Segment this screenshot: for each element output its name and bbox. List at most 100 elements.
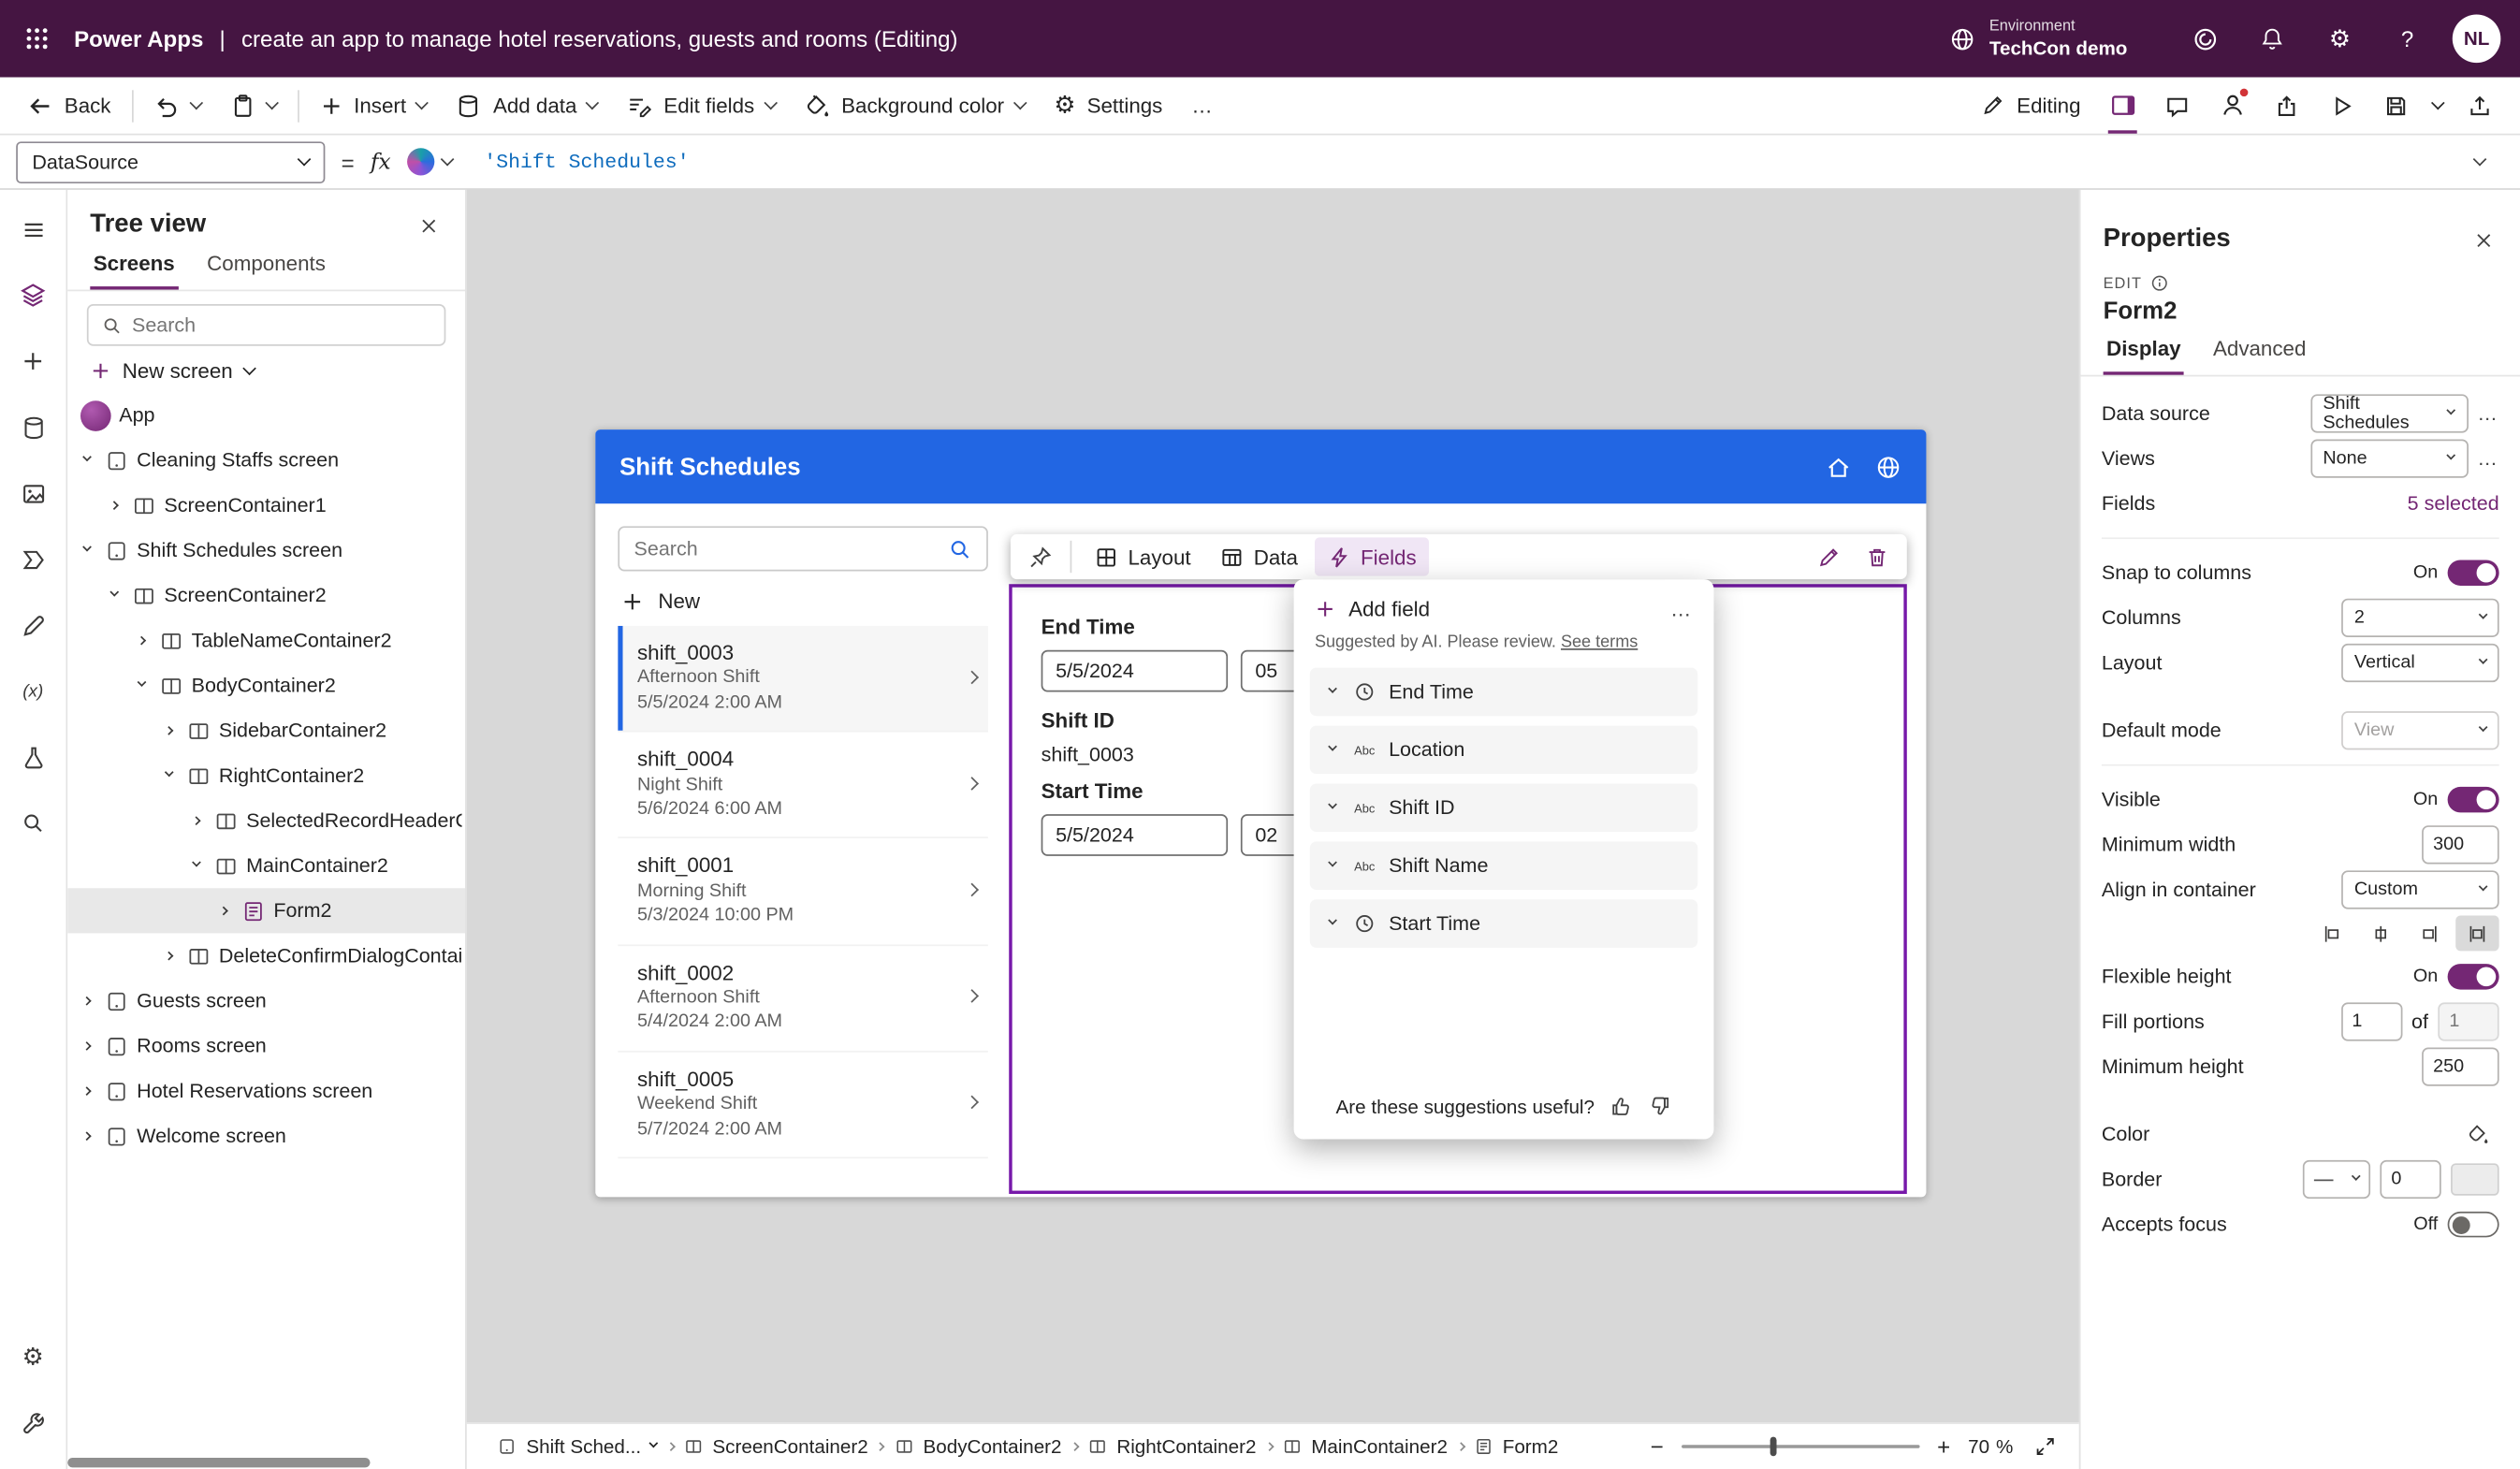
accepts-focus-toggle[interactable] <box>2448 1212 2499 1238</box>
environment-picker[interactable]: Environment TechCon demo <box>1949 18 2128 59</box>
back-button[interactable]: Back <box>13 83 125 128</box>
border-color-swatch[interactable] <box>2451 1163 2499 1195</box>
thumbs-down-button[interactable] <box>1648 1094 1672 1118</box>
align-in-container-dropdown[interactable]: Custom <box>2341 870 2499 909</box>
tree-item[interactable]: MainContainer2 <box>67 843 465 888</box>
new-record-button[interactable]: New <box>618 571 988 625</box>
overflow-button[interactable]: … <box>1177 83 1227 128</box>
tree-item[interactable]: ScreenContainer1 <box>67 483 465 528</box>
info-icon[interactable] <box>2150 273 2170 293</box>
tree-item[interactable]: Welcome screen <box>67 1113 465 1158</box>
align-end-button[interactable] <box>2408 915 2451 951</box>
breadcrumb[interactable]: ScreenContainer2 <box>676 1435 877 1458</box>
see-terms-link[interactable]: See terms <box>1561 633 1638 652</box>
zoom-slider-thumb[interactable] <box>1770 1437 1776 1457</box>
preview-play-button[interactable] <box>2314 78 2368 132</box>
views-dropdown[interactable]: None <box>2310 439 2469 477</box>
insert-button[interactable]: Insert <box>306 83 442 128</box>
tree-item[interactable]: RightContainer2 <box>67 753 465 798</box>
more-options-button[interactable]: … <box>2477 447 2498 470</box>
gallery-search-input[interactable] <box>634 537 939 560</box>
rail-power-automate-button[interactable] <box>0 526 66 592</box>
edit-fields-button[interactable]: Edit fields <box>612 83 790 128</box>
layout-tab[interactable]: Layout <box>1082 537 1204 575</box>
fill-portions-total-input[interactable] <box>2438 1002 2498 1040</box>
tree-item[interactable]: Guests screen <box>67 979 465 1024</box>
tree-search-box[interactable] <box>87 304 445 346</box>
list-item[interactable]: shift_0003 Afternoon Shift 5/5/2024 2:00… <box>618 626 988 733</box>
field-suggestion[interactable]: Abc Shift ID <box>1310 783 1697 832</box>
minimum-width-input[interactable] <box>2422 825 2499 864</box>
list-item[interactable]: shift_0004 Night Shift 5/6/2024 6:00 AM <box>618 733 988 839</box>
tree-item[interactable]: Hotel Reservations screen <box>67 1069 465 1113</box>
help-button[interactable]: ? <box>2375 0 2440 78</box>
date-input[interactable]: 5/5/2024 <box>1042 814 1228 856</box>
tree-item[interactable]: Shift Schedules screen <box>67 528 465 573</box>
list-item[interactable]: shift_0002 Afternoon Shift 5/4/2024 2:00… <box>618 946 988 1053</box>
rail-variables-button[interactable]: (x) <box>0 658 66 724</box>
editing-mode-button[interactable]: Editing <box>1967 83 2095 128</box>
home-icon[interactable] <box>1825 453 1852 480</box>
copilot-chat-button[interactable] <box>2205 78 2259 132</box>
formula-bar-expand-button[interactable] <box>2455 159 2504 164</box>
tree-item[interactable]: ScreenContainer2 <box>67 573 465 618</box>
close-panel-button[interactable] <box>415 211 443 239</box>
default-mode-dropdown[interactable]: View <box>2341 711 2499 749</box>
pin-button[interactable] <box>1019 537 1061 575</box>
delete-control-button[interactable] <box>1854 537 1899 575</box>
avatar[interactable]: NL <box>2453 14 2501 63</box>
formula-copilot-button[interactable] <box>407 148 452 175</box>
rail-data-button[interactable] <box>0 394 66 460</box>
globe-icon[interactable] <box>1874 453 1901 480</box>
tab-screens[interactable]: Screens <box>90 243 178 290</box>
rail-tree-view-button[interactable] <box>0 262 66 328</box>
notifications-button[interactable] <box>2240 0 2305 78</box>
save-options-chevron[interactable] <box>2424 78 2453 132</box>
edit-control-button[interactable] <box>1805 537 1850 575</box>
align-stretch-button[interactable] <box>2455 915 2498 951</box>
tree-item[interactable]: Rooms screen <box>67 1024 465 1069</box>
minimum-height-input[interactable] <box>2422 1048 2499 1086</box>
fields-tab[interactable]: Fields <box>1314 537 1429 575</box>
breadcrumb[interactable]: MainContainer2 <box>1275 1435 1456 1458</box>
publish-button[interactable] <box>2453 78 2507 132</box>
share-button[interactable] <box>2259 78 2313 132</box>
layout-dropdown[interactable]: Vertical <box>2341 644 2499 682</box>
tab-components[interactable]: Components <box>204 243 329 290</box>
list-item[interactable]: shift_0001 Morning Shift 5/3/2024 10:00 … <box>618 839 988 946</box>
new-screen-button[interactable]: New screen <box>67 356 465 393</box>
tree-item[interactable]: DeleteConfirmDialogContainer2 <box>67 933 465 978</box>
flexible-height-toggle[interactable] <box>2448 964 2499 990</box>
thumbs-up-button[interactable] <box>1609 1094 1633 1118</box>
color-picker-button[interactable] <box>2457 1116 2499 1152</box>
rail-advanced-tools-button[interactable] <box>0 1390 66 1457</box>
data-tab[interactable]: Data <box>1207 537 1311 575</box>
list-item[interactable]: shift_0005 Weekend Shift 5/7/2024 2:00 A… <box>618 1052 988 1158</box>
field-suggestion[interactable]: Start Time <box>1310 899 1697 948</box>
zoom-in-button[interactable]: + <box>1934 1433 1954 1460</box>
field-suggestion[interactable]: End Time <box>1310 668 1697 717</box>
border-style-dropdown[interactable] <box>2303 1160 2370 1199</box>
formula-input[interactable]: 'Shift Schedules' <box>484 151 689 173</box>
settings-button[interactable]: ⚙ <box>2308 0 2372 78</box>
tree-item[interactable]: SelectedRecordHeaderContai <box>67 798 465 843</box>
properties-pane-toggle[interactable] <box>2095 78 2149 132</box>
columns-dropdown[interactable]: 2 <box>2341 599 2499 637</box>
tree-item-selected[interactable]: Form2 <box>67 888 465 933</box>
undo-button[interactable] <box>139 83 215 128</box>
field-suggestion[interactable]: Abc Shift Name <box>1310 841 1697 890</box>
breadcrumb[interactable]: Form2 <box>1465 1435 1566 1458</box>
rail-menu-button[interactable] <box>0 196 66 263</box>
breadcrumb[interactable]: BodyContainer2 <box>886 1435 1070 1458</box>
zoom-level[interactable]: 70 % <box>1968 1435 2013 1458</box>
data-source-dropdown[interactable]: Shift Schedules <box>2310 394 2469 432</box>
fields-selected-link[interactable]: 5 selected <box>2408 492 2499 515</box>
tree-search-input[interactable] <box>132 313 431 336</box>
breadcrumb[interactable]: Shift Sched... <box>489 1435 665 1458</box>
close-panel-button[interactable] <box>2470 226 2498 254</box>
align-center-button[interactable] <box>2359 915 2402 951</box>
gallery-search-box[interactable] <box>618 526 988 571</box>
rail-settings-button[interactable]: ⚙ <box>0 1324 66 1390</box>
fill-portions-input[interactable] <box>2340 1002 2401 1040</box>
align-start-button[interactable] <box>2310 915 2353 951</box>
